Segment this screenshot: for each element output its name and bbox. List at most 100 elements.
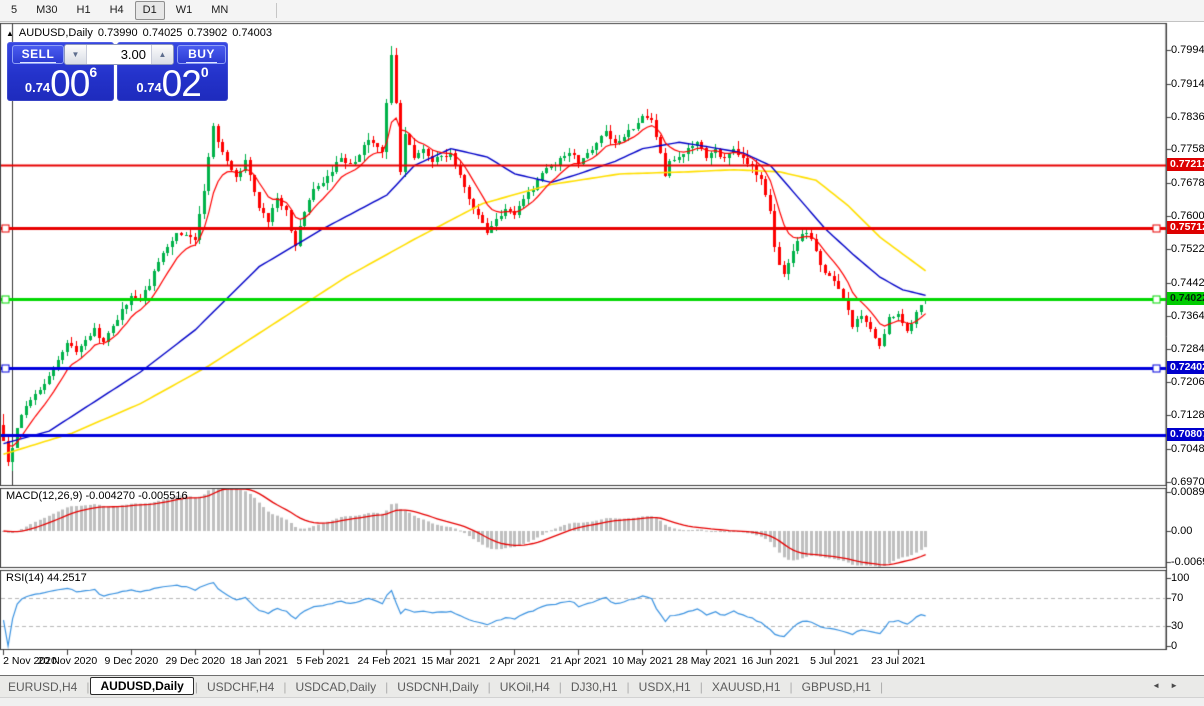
sell-price-pip: 6 <box>89 64 98 80</box>
buy-button-label: BUY <box>186 46 217 63</box>
buy-price-prefix: 0.74 <box>136 80 162 95</box>
ohlc-open: 0.73990 <box>97 27 138 39</box>
ohlc-close: 0.74003 <box>232 27 272 39</box>
macd-name: MACD(12,26,9) <box>6 490 83 502</box>
tab-separator: | <box>558 679 562 694</box>
date-axis-label[interactable]: 15 Mar 2021 <box>421 655 480 667</box>
volume-increase-button[interactable]: ▲ <box>151 45 173 64</box>
volume-control: ▼ ▲ <box>64 44 174 65</box>
rsi-axis-label: 0 <box>1171 640 1178 652</box>
one-click-trading-panel: SELL ▼ ▲ BUY 0.74 00 6 0.74 02 0 <box>7 42 228 104</box>
price-line-badge: 0.72402 <box>1167 360 1204 374</box>
timeframe-button-h4[interactable]: H4 <box>102 1 132 20</box>
date-axis-label[interactable]: 16 Jun 2021 <box>742 655 800 667</box>
chart-symbol-header: ▲ AUDUSD,Daily 0.73990 0.74025 0.73902 0… <box>6 27 272 39</box>
date-axis-label[interactable]: 21 Apr 2021 <box>550 655 607 667</box>
price-axis-label: 0.78360 <box>1171 110 1204 123</box>
volume-decrease-button[interactable]: ▼ <box>65 45 87 64</box>
tab-separator: | <box>385 679 389 694</box>
date-axis-label[interactable]: 5 Feb 2021 <box>296 655 349 667</box>
buy-price[interactable]: 0.74 02 0 <box>120 63 225 104</box>
chart-tab-usdcad-daily[interactable]: USDCAD,Daily <box>287 678 384 696</box>
buy-button[interactable]: BUY <box>177 45 226 64</box>
rsi-axis-label: 70 <box>1171 592 1184 605</box>
rsi-name: RSI(14) <box>6 572 44 584</box>
timeframe-button-w1[interactable]: W1 <box>168 1 201 20</box>
price-axis-label: 0.74420 <box>1171 276 1204 289</box>
trading-terminal: 5 M30 H1 H4 D1 W1 MN ▲ AUDUSD,Daily 0.73990 0.… <box>0 0 1204 706</box>
date-axis-label[interactable]: 10 May 2021 <box>612 655 673 667</box>
timeframe-button-mn[interactable]: MN <box>203 1 236 20</box>
buy-price-big: 02 <box>161 63 202 104</box>
ohlc-low: 0.73902 <box>187 27 228 39</box>
tab-separator: | <box>194 679 198 694</box>
rsi-axis-label: 30 <box>1171 619 1184 632</box>
macd-axis-label: 0.00 <box>1171 525 1193 537</box>
macd-values: -0.004270 -0.005516 <box>85 490 188 502</box>
price-axis-label: 0.76780 <box>1171 177 1204 190</box>
price-axis-label: 0.71280 <box>1171 409 1204 422</box>
chart-tab-usdx-h1[interactable]: USDX,H1 <box>631 678 699 696</box>
chart-tab-audusd-daily[interactable]: AUDUSD,Daily <box>90 677 194 695</box>
tab-separator: | <box>789 679 793 694</box>
date-axis-label[interactable]: 18 Jan 2021 <box>230 655 288 667</box>
price-line-badge: 0.74022 <box>1167 292 1204 306</box>
sell-price-prefix: 0.74 <box>24 80 51 95</box>
chart-tab-eurusd-h4[interactable]: EURUSD,H4 <box>0 678 85 696</box>
tab-scroll-right-icon[interactable]: ► <box>1170 681 1178 690</box>
date-axis-label[interactable]: 2 Apr 2021 <box>489 655 540 667</box>
price-axis-label: 0.73640 <box>1171 309 1204 322</box>
tab-separator: | <box>699 679 703 694</box>
chart-tab-xauusd-h1[interactable]: XAUUSD,H1 <box>704 678 789 696</box>
rsi-value: 44.2517 <box>46 572 87 584</box>
tab-separator: | <box>86 679 90 694</box>
date-axis-label[interactable]: 5 Jul 2021 <box>810 655 858 667</box>
price-axis-label: 0.77580 <box>1171 143 1204 156</box>
chart-tab-ukoil-h4[interactable]: UKOil,H4 <box>492 678 558 696</box>
ohlc-high: 0.74025 <box>142 27 183 39</box>
sell-price[interactable]: 0.74 00 6 <box>11 63 111 104</box>
tab-separator: | <box>283 679 287 694</box>
tab-separator: | <box>487 679 491 694</box>
date-axis-label[interactable]: 24 Feb 2021 <box>357 655 416 667</box>
date-axis-label[interactable]: 9 Dec 2020 <box>104 655 158 667</box>
timeframe-button-m30[interactable]: M30 <box>28 1 65 20</box>
collapse-triangle-icon[interactable]: ▲ <box>6 29 14 38</box>
volume-input[interactable] <box>87 45 151 64</box>
date-axis-label[interactable]: 20 Nov 2020 <box>38 655 98 667</box>
macd-axis-label: -0.00697 <box>1171 555 1204 568</box>
macd-label: MACD(12,26,9) -0.004270 -0.005516 <box>6 490 188 502</box>
chart-canvas[interactable] <box>0 0 1204 705</box>
price-axis-label: 0.79140 <box>1171 77 1204 90</box>
price-line-badge: 0.77212 <box>1167 158 1204 171</box>
macd-axis-label: 0.00890 <box>1171 486 1204 499</box>
sell-price-big: 00 <box>50 63 90 104</box>
timeframe-button-d1[interactable]: D1 <box>134 1 165 20</box>
tab-scroll-arrows: ◄ ► <box>1152 681 1178 690</box>
timeframe-toolbar: 5 M30 H1 H4 D1 W1 MN <box>0 0 1204 22</box>
date-axis-label[interactable]: 23 Jul 2021 <box>871 655 925 667</box>
tab-separator: | <box>626 679 630 694</box>
price-axis-label: 0.75220 <box>1171 242 1204 255</box>
toolbar-separator <box>276 3 278 18</box>
rsi-axis-label: 100 <box>1171 572 1190 584</box>
sell-button[interactable]: SELL <box>12 45 64 64</box>
price-axis-label: 0.70480 <box>1171 442 1204 455</box>
chart-tab-dj30-h1[interactable]: DJ30,H1 <box>563 678 626 696</box>
timeframe-button-5[interactable]: 5 <box>3 1 25 20</box>
chart-tab-usdcnh-daily[interactable]: USDCNH,Daily <box>389 678 486 696</box>
chart-tab-usdchf-h4[interactable]: USDCHF,H4 <box>199 678 282 696</box>
date-axis-label[interactable]: 28 May 2021 <box>676 655 737 667</box>
tab-scroll-left-icon[interactable]: ◄ <box>1152 681 1160 690</box>
price-axis-label: 0.72840 <box>1171 343 1204 356</box>
sell-button-label: SELL <box>19 46 57 63</box>
chart-tab-gbpusd-h1[interactable]: GBPUSD,H1 <box>794 678 879 696</box>
buy-price-pip: 0 <box>200 64 209 80</box>
timeframe-button-h1[interactable]: H1 <box>69 1 99 20</box>
chart-tab-bar: EURUSD,H4 | AUDUSD,Daily | USDCHF,H4 | USDCAD,… <box>0 675 1204 697</box>
price-axis-label: 0.79940 <box>1171 44 1204 56</box>
symbol-period-label: AUDUSD,Daily <box>18 27 93 39</box>
tab-separator: | <box>879 679 884 694</box>
date-axis-label[interactable]: 29 Dec 2020 <box>165 655 225 667</box>
price-line-badge: 0.75712 <box>1167 221 1204 235</box>
